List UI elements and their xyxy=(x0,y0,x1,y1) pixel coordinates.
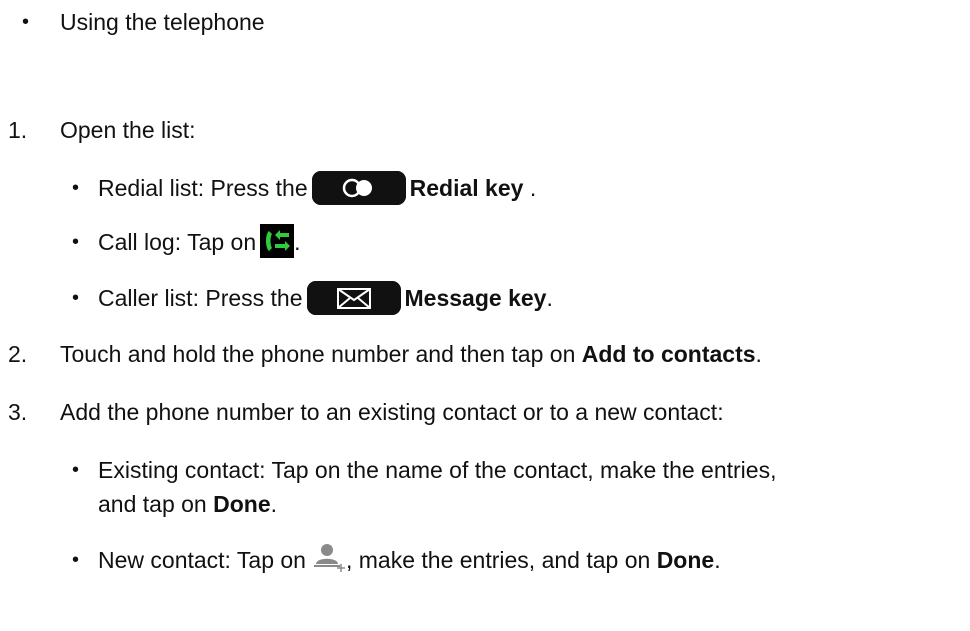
step-3-number: 3. xyxy=(8,399,28,425)
step-3-sub-2-bullet: • xyxy=(72,549,80,571)
new-contact-line: New contact: Tap on , make the entries, … xyxy=(98,543,721,574)
intro-bullet: • xyxy=(22,11,30,33)
new-contact-prefix: New contact: Tap on xyxy=(98,547,306,573)
step-2-text: Touch and hold the phone number and then… xyxy=(60,340,762,368)
existing-contact-line-1: Existing contact: Tap on the name of the… xyxy=(98,457,777,483)
step-1-sub-1: Redial list: Press the Redial key . xyxy=(98,170,537,205)
step-1-sub-2: Call log: Tap on . xyxy=(98,223,301,258)
redial-prefix: Redial list: Press the xyxy=(98,175,308,201)
new-contact-suffix: . xyxy=(714,547,721,573)
step-1-sub-1-bullet: • xyxy=(72,177,80,199)
add-person-icon xyxy=(312,540,346,574)
call-log-suffix: . xyxy=(294,229,301,255)
redial-key-label: Redial key xyxy=(409,175,524,201)
existing-contact-suffix: . xyxy=(270,491,277,517)
step-3-text: Add the phone number to an existing cont… xyxy=(60,399,724,425)
message-key-icon xyxy=(306,280,401,315)
step-1-number: 1. xyxy=(8,117,28,143)
message-key-label: Message key xyxy=(404,285,547,311)
step-1-sub-3: Caller list: Press the Message key. xyxy=(98,280,553,315)
existing-contact-line-2-prefix: and tap on xyxy=(98,491,207,517)
step-1-sub-2-bullet: • xyxy=(72,231,80,253)
step-3-sub-1-bullet: • xyxy=(72,459,80,481)
new-contact-done-label: Done xyxy=(656,547,715,573)
call-log-prefix: Call log: Tap on xyxy=(98,229,257,255)
new-contact-middle: , make the entries, and tap on xyxy=(345,547,651,573)
existing-contact-line-2: and tap on Done. xyxy=(98,490,277,518)
step-1-sub-3-bullet: • xyxy=(72,287,80,309)
redial-suffix: . xyxy=(529,175,537,201)
existing-contact-done-label: Done xyxy=(213,491,271,517)
step-2-number: 2. xyxy=(8,341,28,367)
add-to-contacts-label: Add to contacts xyxy=(581,341,756,367)
step-2-prefix: Touch and hold the phone number and then… xyxy=(60,341,576,367)
step-2-suffix: . xyxy=(755,341,762,367)
step-1-text: Open the list: xyxy=(60,117,196,143)
redial-key-icon xyxy=(311,170,406,205)
intro-text: Using the telephone xyxy=(60,9,265,35)
call-log-icon xyxy=(260,223,295,258)
caller-list-suffix: . xyxy=(546,285,553,311)
caller-list-prefix: Caller list: Press the xyxy=(98,285,303,311)
